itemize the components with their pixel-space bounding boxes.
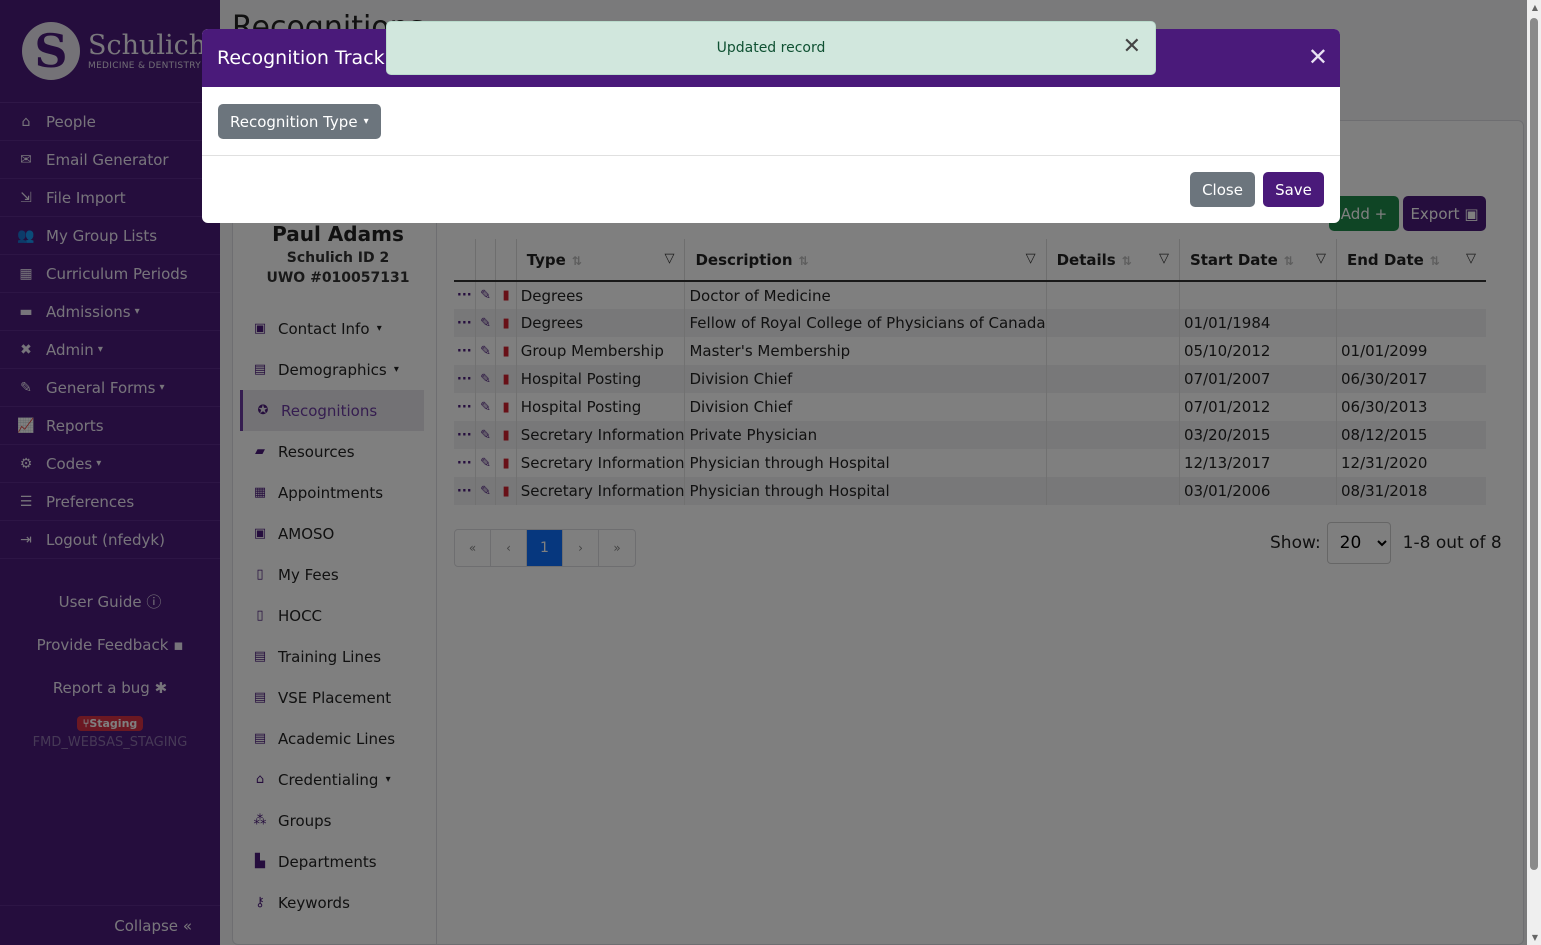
modal-close-icon[interactable]: ✕ — [1308, 45, 1328, 69]
scrollbar-thumb[interactable] — [1530, 18, 1538, 870]
toast-close-icon[interactable]: ✕ — [1123, 36, 1141, 58]
caret-down-icon: ▾ — [363, 116, 369, 127]
scroll-down-arrow-icon[interactable]: ▼ — [1532, 933, 1538, 942]
toast-message: Updated record — [716, 40, 826, 56]
page-scrollbar[interactable]: ▲ ▼ — [1527, 0, 1541, 945]
modal-body: Recognition Type ▾ — [202, 87, 1340, 156]
save-button[interactable]: Save — [1263, 172, 1324, 207]
close-button[interactable]: Close — [1190, 172, 1255, 207]
recognition-type-label: Recognition Type — [230, 112, 358, 131]
success-toast: Updated record ✕ — [386, 21, 1156, 75]
modal-footer: Close Save — [202, 156, 1340, 223]
recognition-type-dropdown[interactable]: Recognition Type ▾ — [218, 104, 381, 139]
modal-title: Recognition Tracking — [217, 47, 415, 69]
scroll-up-arrow-icon[interactable]: ▲ — [1532, 3, 1538, 12]
